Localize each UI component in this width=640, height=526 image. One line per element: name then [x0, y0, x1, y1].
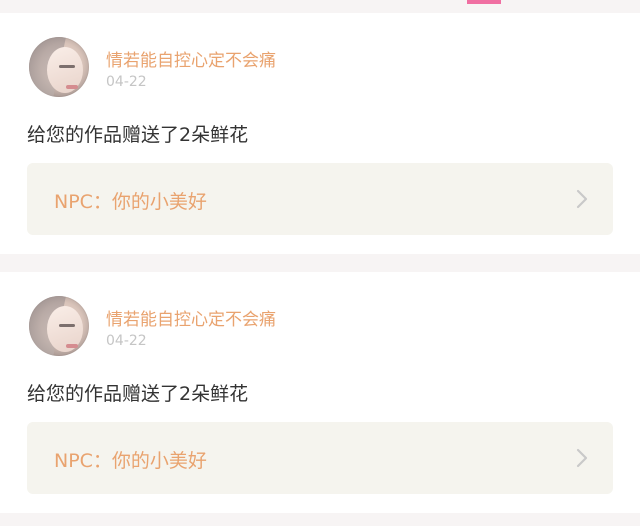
work-link-card[interactable]: NPC：你的小美好 [27, 422, 613, 494]
active-tab-indicator [467, 0, 501, 4]
chevron-right-icon [576, 448, 588, 468]
chevron-right-icon [576, 189, 588, 209]
gift-message: 给您的作品赠送了2朵鲜花 [27, 383, 249, 405]
avatar-lip [66, 344, 78, 348]
notification-date: 04-22 [106, 333, 147, 349]
notification-date: 04-22 [106, 74, 147, 90]
work-title: NPC：你的小美好 [54, 191, 207, 213]
avatar[interactable] [29, 37, 89, 97]
notification-card: 情若能自控心定不会痛 04-22 给您的作品赠送了2朵鲜花 NPC：你的小美好 [0, 272, 640, 513]
username-link[interactable]: 情若能自控心定不会痛 [106, 305, 276, 330]
notification-card: 情若能自控心定不会痛 04-22 给您的作品赠送了2朵鲜花 NPC：你的小美好 [0, 13, 640, 254]
username-link[interactable]: 情若能自控心定不会痛 [106, 46, 276, 71]
avatar-eye [59, 324, 75, 327]
avatar-eye [59, 65, 75, 68]
avatar[interactable] [29, 296, 89, 356]
work-link-card[interactable]: NPC：你的小美好 [27, 163, 613, 235]
avatar-lip [66, 85, 78, 89]
work-title: NPC：你的小美好 [54, 450, 207, 472]
gift-message: 给您的作品赠送了2朵鲜花 [27, 124, 249, 146]
